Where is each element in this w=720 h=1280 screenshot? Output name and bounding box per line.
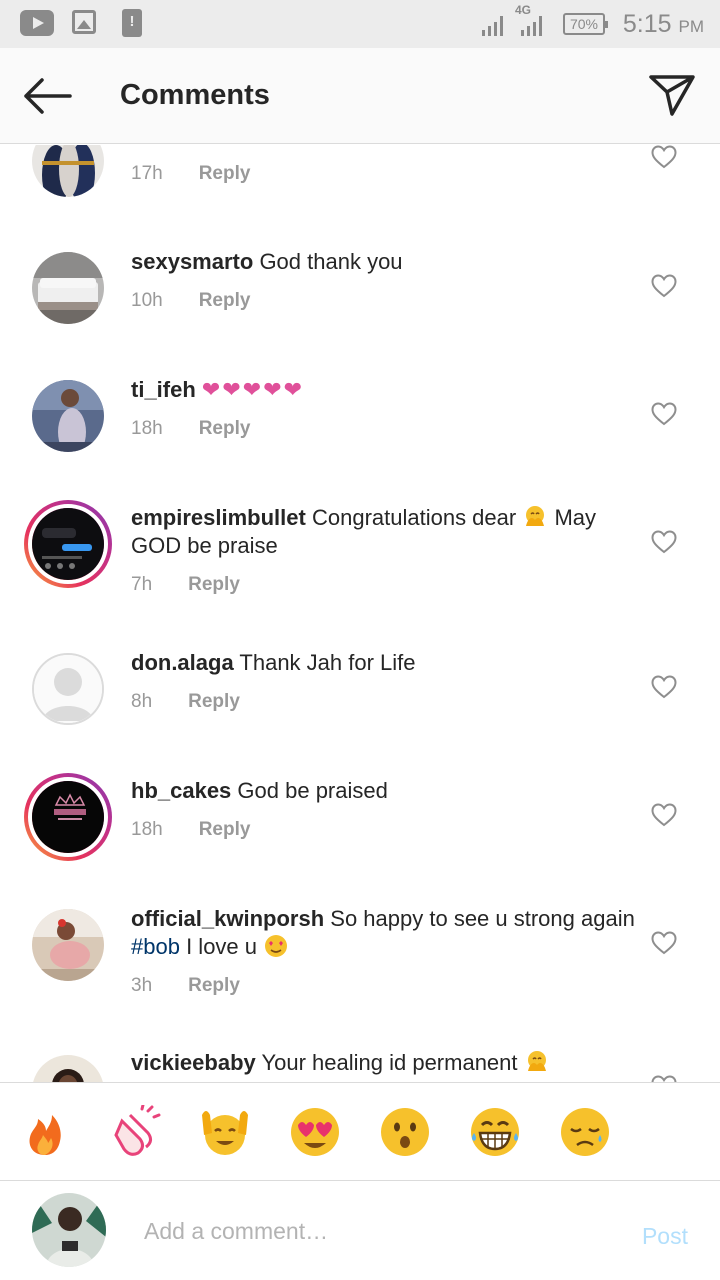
clapping-hands-emoji-icon[interactable] (108, 1103, 162, 1159)
comment-text: vickieebaby Your healing id permanent (131, 1049, 641, 1077)
avatar-story-ring[interactable] (24, 773, 112, 861)
comment-meta: 18h Reply (131, 418, 250, 440)
comment-meta: 17h Reply (131, 163, 250, 185)
emoji-quick-bar (0, 1082, 720, 1180)
like-heart-icon[interactable] (651, 803, 677, 827)
like-heart-icon[interactable] (651, 530, 677, 554)
comment-time: 18h (131, 819, 163, 840)
folded-hands-emoji-icon (527, 1051, 546, 1071)
comment-body: ❤❤❤❤❤ (201, 377, 305, 402)
comment-compose-bar: Post (0, 1180, 720, 1280)
comment-text: hb_cakes God be praised (131, 777, 641, 805)
raising-hands-emoji-icon[interactable] (198, 1105, 252, 1159)
sad-emoji-icon[interactable] (558, 1105, 612, 1159)
comment-meta: 8h Reply (131, 691, 240, 713)
avatar (28, 777, 108, 857)
surprised-emoji-icon[interactable] (378, 1105, 432, 1159)
comment-body: Your healing id permanent (261, 1050, 518, 1075)
comment-time: 8h (131, 691, 153, 712)
comment-time: 10h (131, 290, 163, 311)
comment-body: Congratulations dear (311, 505, 517, 530)
comment-username[interactable]: empireslimbullet (131, 505, 306, 530)
comment-body: God be praised (237, 778, 388, 803)
app-bar: Comments (0, 48, 720, 144)
like-heart-icon[interactable] (651, 675, 677, 699)
reply-button[interactable]: Reply (199, 819, 251, 840)
comment-meta: 7h Reply (131, 574, 240, 596)
avatar (28, 504, 108, 584)
comment-meta: 18h Reply (131, 819, 250, 841)
like-heart-icon[interactable] (651, 145, 677, 169)
comment-text: don.alaga Thank Jah for Life (131, 649, 641, 677)
avatar[interactable] (32, 380, 104, 452)
comment-meta: 10h Reply (131, 290, 250, 312)
comment-time: 18h (131, 418, 163, 439)
reply-button[interactable]: Reply (188, 975, 240, 996)
comment-text: empireslimbullet Congratulations dear Ma… (131, 504, 641, 560)
avatar[interactable] (32, 145, 104, 197)
heart-eyes-emoji-icon[interactable] (288, 1105, 342, 1159)
comment-body: Thank Jah for Life (239, 650, 416, 675)
comment-username[interactable]: official_kwinporsh (131, 906, 324, 931)
like-heart-icon[interactable] (651, 1075, 677, 1082)
image-notification-icon (72, 10, 96, 34)
comment-text: official_kwinporsh So happy to see u str… (131, 905, 641, 961)
avatar[interactable] (32, 909, 104, 981)
comment-meta: 3h Reply (131, 975, 240, 997)
comment-text: sexysmarto God thank you (131, 248, 641, 276)
reply-button[interactable]: Reply (199, 418, 251, 439)
comment-body-cont: I love u (186, 934, 258, 959)
folded-hands-emoji-icon (526, 506, 545, 526)
page-title: Comments (120, 79, 270, 111)
comment-body: So happy to see u strong again (330, 906, 635, 931)
comment-hashtag[interactable]: #bob (131, 934, 180, 959)
clock: 5:15 PM (623, 10, 704, 39)
comment-time: 3h (131, 975, 153, 996)
like-heart-icon[interactable] (651, 931, 677, 955)
direct-message-icon[interactable] (648, 72, 696, 118)
comment-time: 7h (131, 574, 153, 595)
youtube-notification-icon (20, 10, 54, 36)
clock-ampm: PM (678, 17, 705, 36)
comment-username[interactable]: ti_ifeh (131, 377, 196, 402)
back-arrow-icon[interactable] (20, 74, 76, 118)
comment-username[interactable]: vickieebaby (131, 1050, 256, 1075)
comment-username[interactable]: hb_cakes (131, 778, 231, 803)
like-heart-icon[interactable] (651, 402, 677, 426)
heart-eyes-emoji-icon (265, 935, 288, 957)
comments-list: 17h Reply sexysmarto God thank you 10h Rep… (0, 145, 720, 1082)
fire-emoji-icon[interactable] (18, 1105, 72, 1159)
laughing-emoji-icon[interactable] (468, 1105, 522, 1159)
clock-time: 5:15 (622, 10, 672, 38)
reply-button[interactable]: Reply (199, 163, 251, 184)
storage-warning-icon (122, 9, 142, 37)
comment-text: ti_ifeh ❤❤❤❤❤ (131, 376, 641, 404)
like-heart-icon[interactable] (651, 274, 677, 298)
battery-indicator: 70% (563, 13, 608, 35)
reply-button[interactable]: Reply (188, 691, 240, 712)
comment-username[interactable]: sexysmarto (131, 249, 253, 274)
post-button[interactable]: Post (642, 1223, 688, 1250)
reply-button[interactable]: Reply (199, 290, 251, 311)
avatar-story-ring[interactable] (24, 500, 112, 588)
current-user-avatar (32, 1193, 106, 1267)
comment-username[interactable]: don.alaga (131, 650, 234, 675)
status-bar: 4G 70% 5:15 PM (0, 0, 720, 48)
avatar[interactable] (32, 252, 104, 324)
comment-input[interactable] (144, 1211, 604, 1251)
network-type: 4G (515, 3, 532, 17)
avatar[interactable] (32, 1055, 104, 1082)
avatar[interactable] (32, 653, 104, 725)
comment-body: God thank you (259, 249, 403, 274)
reply-button[interactable]: Reply (188, 574, 240, 595)
comment-time: 17h (131, 163, 163, 184)
